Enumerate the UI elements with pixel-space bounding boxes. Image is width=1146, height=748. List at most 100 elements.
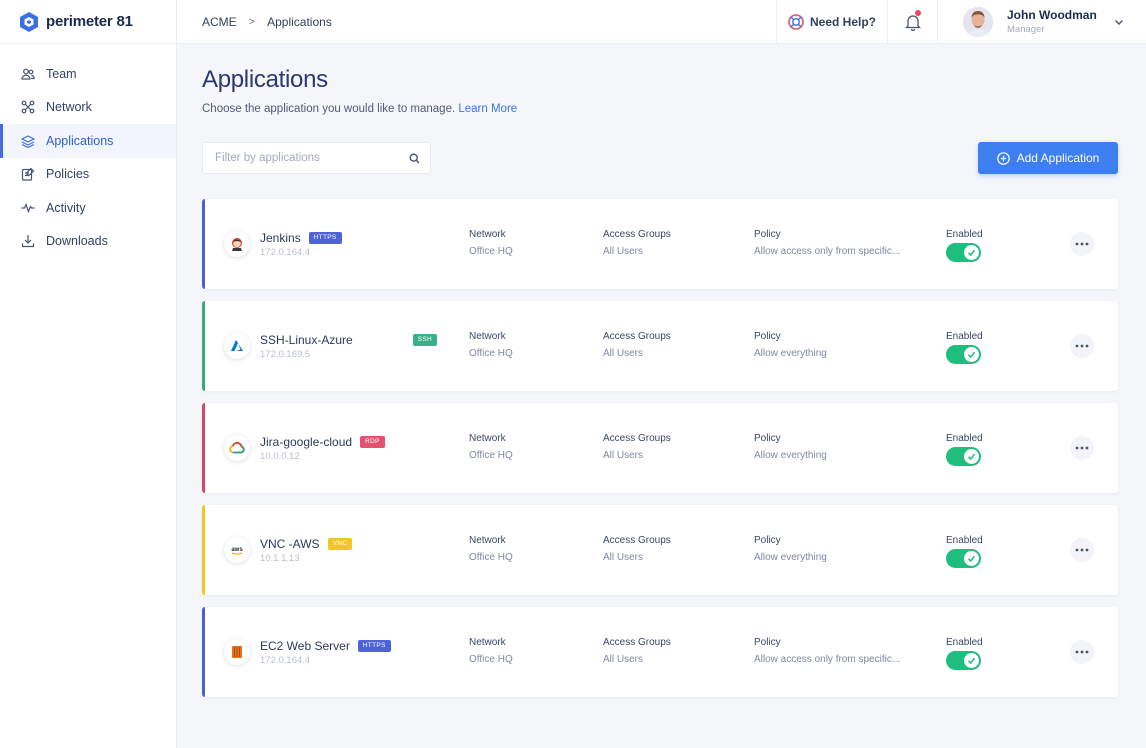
user-menu[interactable]: John Woodman Manager — [937, 0, 1146, 44]
policy-field: Policy Allow everything — [754, 331, 827, 359]
more-options-button[interactable] — [1070, 232, 1094, 256]
search-box — [202, 142, 431, 174]
sidebar-item-downloads[interactable]: Downloads — [0, 225, 176, 259]
enabled-field: Enabled — [946, 433, 983, 466]
notifications-button[interactable] — [887, 0, 937, 44]
network-value: Office HQ — [469, 654, 513, 665]
policy-value: Allow everything — [754, 450, 827, 461]
more-options-button[interactable] — [1070, 436, 1094, 460]
help-button[interactable]: Need Help? — [775, 0, 887, 44]
policy-field: Policy Allow everything — [754, 433, 827, 461]
policies-icon — [21, 167, 35, 181]
sidebar-item-network[interactable]: Network — [0, 91, 176, 125]
app-ip: 10.0.0.12 — [260, 450, 300, 462]
downloads-icon — [21, 234, 35, 248]
notification-dot — [915, 9, 921, 16]
team-icon — [21, 67, 35, 81]
breadcrumb: ACME > Applications — [177, 15, 776, 29]
avatar — [963, 6, 993, 37]
enabled-toggle[interactable] — [946, 651, 981, 670]
access-groups-label: Access Groups — [603, 331, 671, 342]
chevron-down-icon[interactable] — [1114, 17, 1124, 27]
app-name[interactable]: VNC -AWS — [260, 537, 320, 551]
more-options-button[interactable] — [1070, 640, 1094, 664]
policy-label: Policy — [754, 433, 781, 444]
network-label: Network — [469, 229, 506, 240]
more-options-button[interactable] — [1070, 538, 1094, 562]
ec2-icon — [232, 646, 242, 658]
app-identity: Jenkins HTTPS 172.0.164.4 — [260, 231, 460, 258]
search-icon[interactable] — [409, 152, 420, 164]
policy-value: Allow everything — [754, 348, 827, 359]
network-field: Network Office HQ — [469, 535, 513, 563]
enabled-toggle[interactable] — [946, 345, 981, 364]
app-identity: Jira-google-cloud RDP 10.0.0.12 — [260, 435, 460, 462]
sidebar-item-team[interactable]: Team — [0, 57, 176, 91]
app-name-row: Jira-google-cloud RDP — [260, 435, 460, 449]
policy-value: Allow access only from specific... — [754, 654, 901, 665]
applications-icon — [21, 134, 35, 148]
app-ip: 172.0.164.4 — [260, 654, 311, 666]
sidebar-item-policies[interactable]: Policies — [0, 158, 176, 192]
user-info: John Woodman Manager — [1007, 8, 1114, 35]
check-icon — [967, 249, 976, 257]
enabled-label: Enabled — [946, 433, 983, 444]
network-field: Network Office HQ — [469, 331, 513, 359]
access-groups-label: Access Groups — [603, 535, 671, 546]
lifebuoy-icon — [788, 13, 804, 30]
app-name[interactable]: SSH-Linux-Azure — [260, 333, 353, 347]
card-accent-bar — [202, 403, 205, 493]
activity-icon — [21, 201, 35, 215]
enabled-toggle[interactable] — [946, 549, 981, 568]
protocol-badge: HTTPS — [357, 639, 391, 652]
policy-field: Policy Allow access only from specific..… — [754, 229, 900, 257]
add-application-button[interactable]: Add Application — [978, 142, 1118, 174]
enabled-toggle[interactable] — [946, 447, 981, 466]
policy-field: Policy Allow everything — [754, 535, 827, 563]
protocol-badge: SSH — [412, 333, 437, 346]
app-ip: 172.0.169.5 — [260, 348, 311, 360]
breadcrumb-current: Applications — [267, 14, 332, 29]
application-card-ssh-linux-azure[interactable]: SSH-Linux-Azure SSH 172.0.169.5 Network … — [202, 301, 1118, 391]
protocol-badge: VNC — [327, 537, 353, 550]
protocol-badge: HTTPS — [308, 231, 342, 244]
search-input[interactable] — [215, 152, 409, 164]
sidebar-item-applications[interactable]: Applications — [0, 124, 176, 158]
application-card-ec2-web-server[interactable]: EC2 Web Server HTTPS 172.0.164.4 Network… — [202, 607, 1118, 697]
enabled-label: Enabled — [946, 637, 983, 648]
more-horizontal-icon — [1075, 446, 1089, 450]
application-card-jenkins[interactable]: Jenkins HTTPS 172.0.164.4 Network Office… — [202, 199, 1118, 289]
perimeter-logo-icon — [20, 11, 38, 32]
enabled-label: Enabled — [946, 229, 983, 240]
app-name[interactable]: EC2 Web Server — [260, 639, 350, 653]
network-value: Office HQ — [469, 552, 513, 563]
sidebar-item-label: Policies — [46, 167, 90, 182]
check-icon — [967, 453, 976, 461]
sidebar-item-label: Activity — [46, 200, 86, 215]
access-groups-value: All Users — [603, 552, 644, 563]
brand-logo[interactable]: perimeter 81 — [0, 0, 176, 44]
policy-value: Allow access only from specific... — [754, 246, 901, 257]
page-subtitle: Choose the application you would like to… — [202, 103, 1118, 115]
svg-text:aws: aws — [231, 547, 243, 553]
topbar: ACME > Applications Need Help? John Wood… — [177, 0, 1146, 44]
app-identity: SSH-Linux-Azure SSH 172.0.169.5 — [260, 333, 460, 360]
sidebar-item-activity[interactable]: Activity — [0, 191, 176, 225]
breadcrumb-org[interactable]: ACME — [202, 15, 237, 29]
network-icon — [21, 100, 35, 114]
access-groups-field: Access Groups All Users — [603, 637, 671, 665]
application-card-vnc-aws[interactable]: aws VNC -AWS VNC 10.1.1.13 Network Offic… — [202, 505, 1118, 595]
learn-more-link[interactable]: Learn More — [458, 103, 517, 115]
app-name-row: Jenkins HTTPS — [260, 231, 460, 245]
more-options-button[interactable] — [1070, 334, 1094, 358]
application-card-jira-google-cloud[interactable]: Jira-google-cloud RDP 10.0.0.12 Network … — [202, 403, 1118, 493]
app-name-row: VNC -AWS VNC — [260, 537, 460, 551]
access-groups-label: Access Groups — [603, 433, 671, 444]
app-logo — [224, 639, 250, 665]
access-groups-field: Access Groups All Users — [603, 229, 671, 257]
app-name[interactable]: Jenkins — [260, 231, 301, 245]
enabled-toggle[interactable] — [946, 243, 981, 262]
app-name[interactable]: Jira-google-cloud — [260, 435, 352, 449]
user-name: John Woodman — [1007, 8, 1097, 22]
check-icon — [967, 351, 976, 359]
